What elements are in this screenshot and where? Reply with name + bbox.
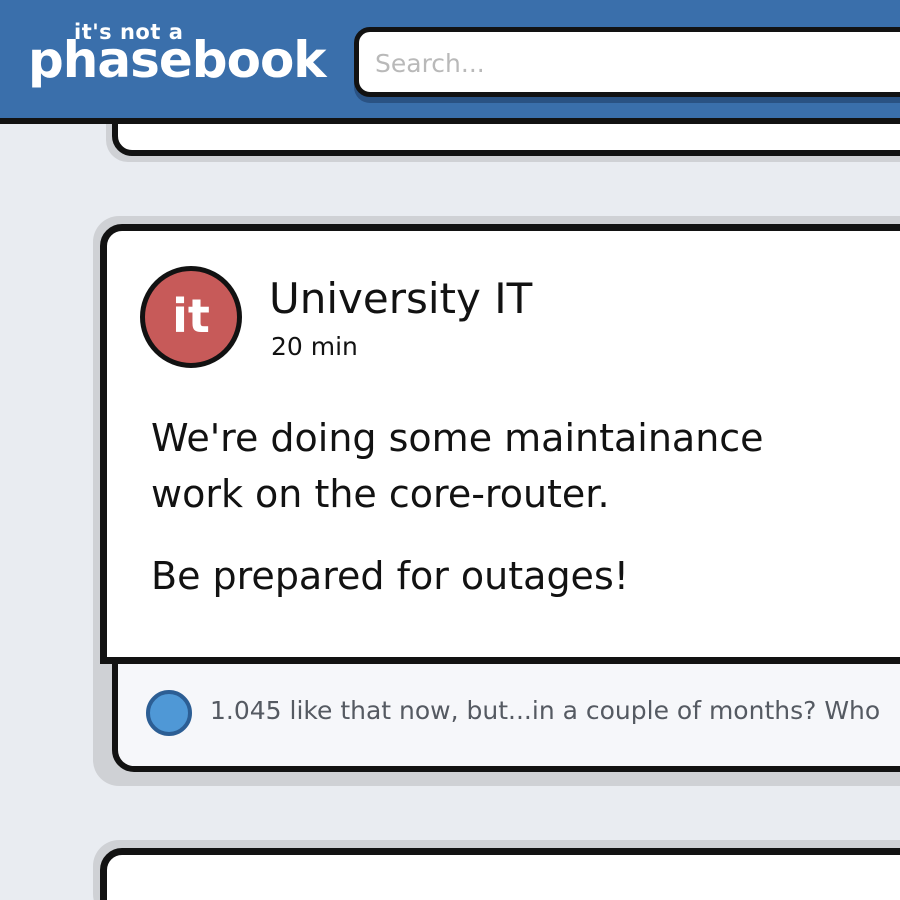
comment-text: 1.045 like that now, but...in a couple o… xyxy=(210,696,881,725)
search-input-placeholder[interactable]: Search... xyxy=(375,49,485,78)
avatar-initials: it xyxy=(172,289,210,343)
page: it's not a phasebook Search... it Univer… xyxy=(0,0,900,900)
post-author[interactable]: University IT xyxy=(269,274,532,323)
post-timestamp: 20 min xyxy=(271,332,358,361)
avatar[interactable]: it xyxy=(140,266,242,368)
commenter-avatar-icon xyxy=(146,690,192,736)
post-body-line-1: We're doing some maintainance work on th… xyxy=(151,416,764,516)
search-box[interactable]: Search... xyxy=(354,27,900,97)
next-post-card[interactable] xyxy=(100,848,900,900)
top-bar: it's not a phasebook Search... xyxy=(0,0,900,124)
post-body-line-2: Be prepared for outages! xyxy=(151,554,629,598)
logo[interactable]: phasebook xyxy=(28,30,327,90)
